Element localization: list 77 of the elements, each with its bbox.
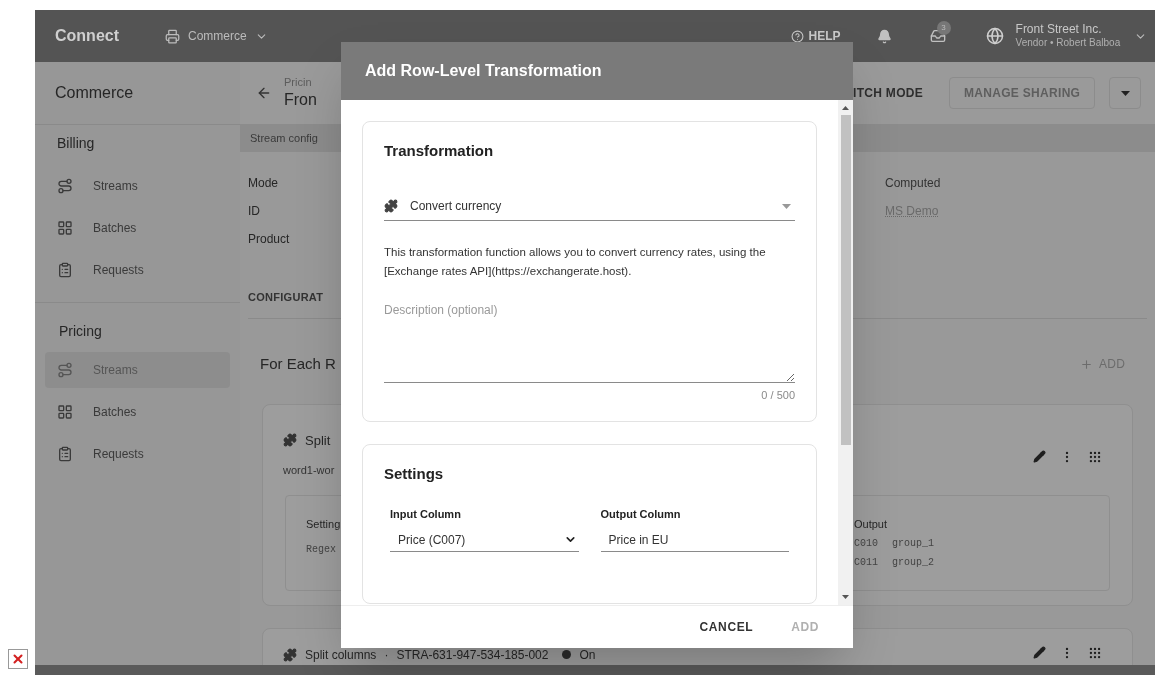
dropdown-button[interactable] xyxy=(1109,77,1142,109)
broken-image-icon xyxy=(7,649,28,669)
input-column-select[interactable]: Price (C007) xyxy=(390,528,579,552)
caret-icon xyxy=(1120,90,1130,96)
output-name: group_2 xyxy=(892,556,935,570)
horizontal-scrollbar[interactable] xyxy=(35,665,1155,675)
status-label: On xyxy=(579,646,596,664)
drag-handle-icon[interactable] xyxy=(1088,645,1103,660)
sidebar-item[interactable]: Streams xyxy=(45,168,230,204)
output-column-field[interactable]: Price in EU xyxy=(600,528,789,552)
separator: · xyxy=(384,646,389,664)
puzzle-icon xyxy=(283,647,297,662)
breadcrumb[interactable]: Pricin xyxy=(284,76,317,90)
help-button[interactable]: HELP xyxy=(790,27,841,45)
back-icon[interactable] xyxy=(256,85,272,101)
page-title: Fron xyxy=(284,89,317,110)
batches-icon xyxy=(57,404,73,420)
scrollbar-thumb[interactable] xyxy=(840,115,851,445)
bell-icon[interactable] xyxy=(876,28,892,44)
card-subtitle: word1-wor xyxy=(283,463,336,478)
dialog-title: Add Row-Level Transformation xyxy=(365,61,602,81)
sidebar-item[interactable]: Batches xyxy=(45,394,230,430)
card-title: Split columns xyxy=(305,646,377,664)
sidebar-item[interactable]: Streams xyxy=(45,352,230,388)
scrollbar[interactable] xyxy=(838,100,853,605)
requests-icon xyxy=(57,446,73,462)
globe-icon xyxy=(985,27,1004,45)
sidebar-title: Commerce xyxy=(55,83,134,103)
puzzle-icon xyxy=(384,199,398,213)
function-select[interactable]: Convert currency xyxy=(384,192,795,221)
section-heading: CONFIGURAT xyxy=(248,291,324,303)
requests-icon xyxy=(57,262,73,278)
edit-icon[interactable] xyxy=(1033,450,1047,463)
dialog-button[interactable]: CANCEL xyxy=(687,611,766,643)
streams-icon xyxy=(57,178,73,194)
streams-icon xyxy=(57,362,73,378)
scroll-up-icon[interactable] xyxy=(842,106,849,110)
batches-icon xyxy=(57,220,73,236)
character-counter: 0 / 500 xyxy=(761,387,795,403)
settings-value: Regex xyxy=(306,543,337,557)
sidebar-item[interactable]: Requests xyxy=(45,252,230,288)
panel-heading: Transformation xyxy=(384,141,495,161)
scroll-down-icon[interactable] xyxy=(842,595,849,599)
tab-label[interactable]: Stream config xyxy=(250,129,318,147)
detail-label: Product xyxy=(247,231,291,248)
account-name: Front Street Inc. xyxy=(1015,22,1103,38)
output-name: group_1 xyxy=(892,537,935,551)
section-label: Billing xyxy=(56,134,96,153)
field-label: Input Column xyxy=(390,506,462,522)
puzzle-icon xyxy=(283,433,297,448)
card-id: STRA-631-947-534-185-002 xyxy=(396,646,549,664)
edit-icon[interactable] xyxy=(1033,646,1047,659)
detail-label: ID xyxy=(247,203,261,220)
detail-value: Computed xyxy=(885,175,941,192)
settings-label: Setting xyxy=(306,516,342,532)
toolbar-button[interactable]: ITCH MODE xyxy=(853,77,936,109)
output-label: Output xyxy=(854,516,889,532)
account-role: Vendor • Robert Balboa xyxy=(1015,37,1121,50)
app-logo[interactable]: Connect xyxy=(55,24,119,48)
sidebar-item[interactable]: Batches xyxy=(45,210,230,246)
drag-handle-icon[interactable] xyxy=(1088,449,1103,464)
function-description: This transformation function allows you to convert currency rates, using the [Exchange rates API](https://exchangerate.host). xyxy=(384,244,767,279)
output-column: C010 xyxy=(854,536,878,551)
plus-icon xyxy=(1080,357,1093,371)
sidebar-item[interactable]: Requests xyxy=(45,436,230,472)
workspace-switcher[interactable]: Commerce xyxy=(165,27,268,45)
panel-heading: Settings xyxy=(384,464,445,484)
section-title: For Each R xyxy=(259,354,337,374)
section-label: Pricing xyxy=(58,322,103,341)
caret-icon xyxy=(782,203,791,209)
help-icon xyxy=(790,29,804,43)
inbox-icon[interactable] xyxy=(929,28,946,44)
description-field[interactable]: Description (optional) xyxy=(384,300,795,383)
output-column: C011 xyxy=(854,555,878,570)
detail-label: Mode xyxy=(247,175,280,192)
card-title: Split xyxy=(305,431,331,450)
field-label: Output Column xyxy=(600,506,682,522)
